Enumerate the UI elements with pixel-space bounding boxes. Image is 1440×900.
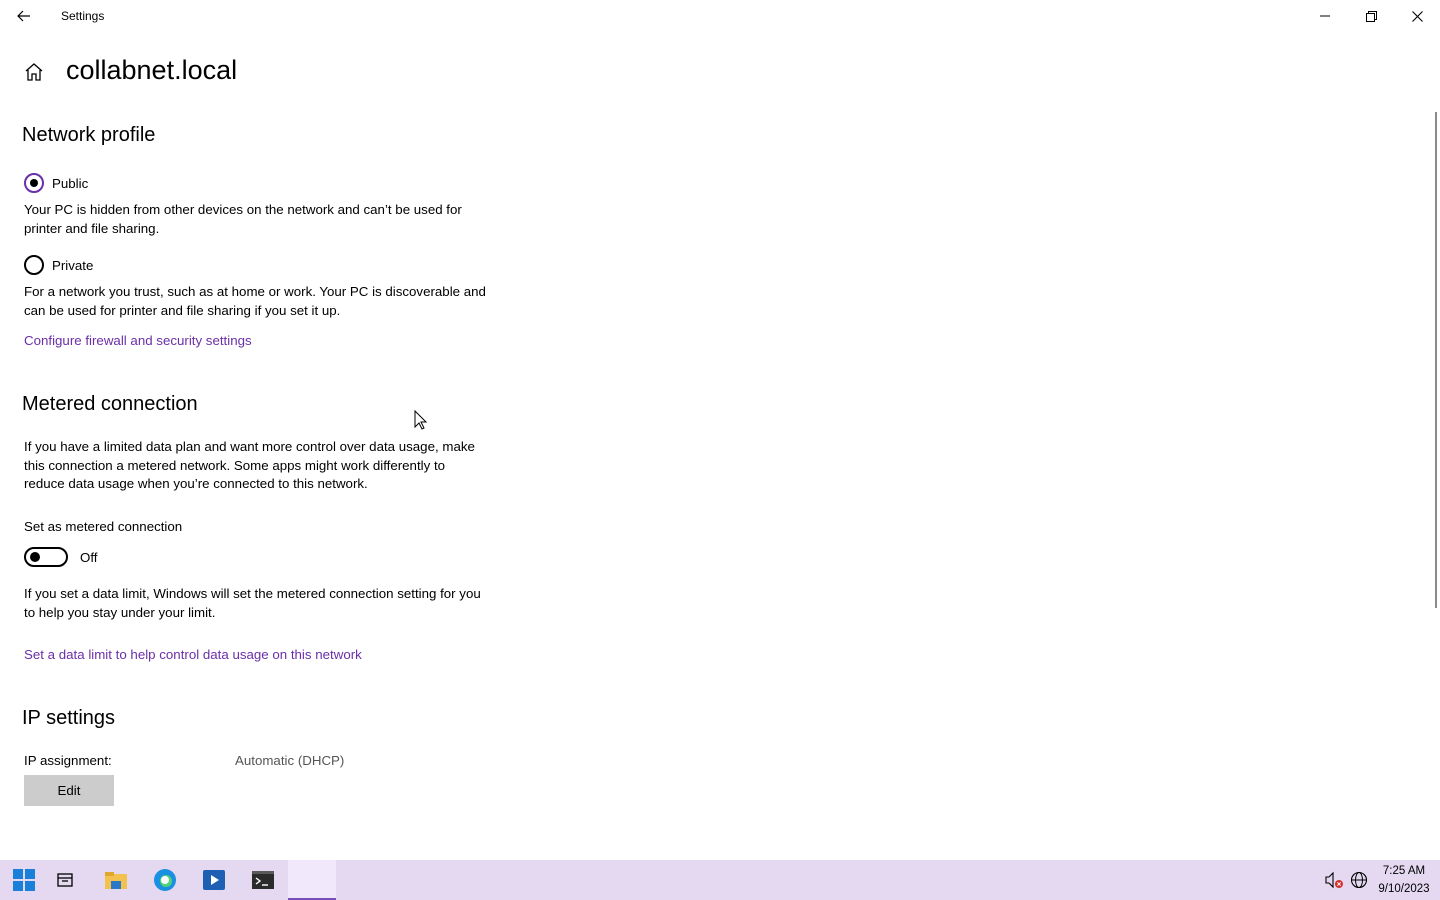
ip-settings-heading: IP settings bbox=[22, 707, 116, 729]
metered-toggle-state: Off bbox=[80, 549, 98, 565]
radio-private-indicator[interactable] bbox=[24, 255, 44, 275]
data-limit-note: If you set a data limit, Windows will se… bbox=[24, 586, 481, 620]
public-description: Your PC is hidden from other devices on … bbox=[24, 202, 462, 236]
radio-public-indicator[interactable] bbox=[24, 173, 44, 193]
settings-taskbar-item[interactable] bbox=[288, 860, 336, 900]
speaker-muted-icon[interactable] bbox=[1324, 870, 1344, 890]
edit-button[interactable]: Edit bbox=[24, 775, 114, 806]
radio-public[interactable]: Public bbox=[24, 172, 88, 194]
metered-toggle-title: Set as metered connection bbox=[24, 519, 183, 534]
radio-private-label: Private bbox=[52, 257, 94, 273]
ip-assignment-label: IP assignment: bbox=[24, 753, 112, 768]
close-icon[interactable] bbox=[1394, 0, 1440, 32]
task-view-icon[interactable] bbox=[41, 860, 89, 900]
minimize-icon[interactable] bbox=[1302, 0, 1348, 32]
taskbar-clock[interactable]: 7:25 AM 9/10/2023 bbox=[1374, 862, 1434, 898]
media-app-icon[interactable] bbox=[190, 860, 238, 900]
metered-description: If you have a limited data plan and want… bbox=[24, 439, 475, 491]
home-icon[interactable] bbox=[22, 60, 46, 84]
title-bar: Settings bbox=[0, 0, 1440, 32]
back-arrow-icon[interactable] bbox=[8, 0, 40, 32]
data-limit-link[interactable]: Set a data limit to help control data us… bbox=[24, 647, 362, 662]
metered-toggle[interactable] bbox=[24, 547, 68, 567]
page-title: collabnet.local bbox=[66, 55, 238, 85]
mouse-cursor-icon bbox=[414, 409, 428, 435]
radio-private[interactable]: Private bbox=[24, 254, 93, 276]
edge-icon[interactable] bbox=[141, 860, 189, 900]
ip-assignment-value: Automatic (DHCP) bbox=[235, 753, 345, 768]
taskbar bbox=[0, 860, 1440, 900]
network-globe-icon[interactable] bbox=[1349, 870, 1369, 890]
private-description: For a network you trust, such as at home… bbox=[24, 284, 486, 318]
network-profile-heading: Network profile bbox=[22, 124, 156, 146]
restore-icon[interactable] bbox=[1348, 0, 1394, 32]
terminal-icon[interactable] bbox=[239, 860, 287, 900]
scrollbar[interactable] bbox=[1435, 112, 1437, 608]
clock-date: 9/10/2023 bbox=[1378, 883, 1430, 895]
metered-heading: Metered connection bbox=[22, 393, 198, 415]
window-title: Settings bbox=[61, 9, 105, 23]
clock-time: 7:25 AM bbox=[1382, 865, 1426, 877]
firewall-settings-link[interactable]: Configure firewall and security settings bbox=[24, 333, 252, 348]
file-explorer-icon[interactable] bbox=[92, 860, 140, 900]
radio-public-label: Public bbox=[52, 175, 89, 191]
metered-toggle-row[interactable]: Off bbox=[24, 546, 98, 568]
